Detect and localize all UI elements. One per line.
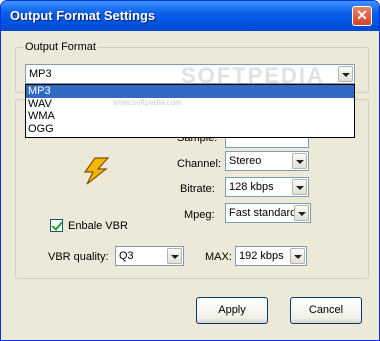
- format-option-ogg[interactable]: OGG: [26, 123, 354, 136]
- chevron-down-icon[interactable]: [338, 66, 353, 82]
- mpeg-value: Fast standard: [229, 207, 297, 219]
- cancel-button[interactable]: Cancel: [290, 297, 362, 324]
- window-title: Output Format Settings: [10, 8, 156, 23]
- max-value: 192 kbps: [239, 250, 284, 262]
- channel-select[interactable]: Stereo: [225, 151, 309, 171]
- output-format-window: Output Format Settings ✕ Output Format M…: [0, 0, 380, 341]
- format-option-wav[interactable]: WAV: [26, 98, 354, 111]
- format-option-mp3[interactable]: MP3: [26, 85, 354, 98]
- chevron-down-icon[interactable]: [290, 248, 305, 264]
- close-icon[interactable]: ✕: [352, 6, 372, 26]
- max-select[interactable]: 192 kbps: [235, 246, 307, 266]
- bolt-icon: [81, 156, 111, 186]
- mpeg-label: Mpeg:: [184, 209, 215, 221]
- apply-button[interactable]: Apply: [196, 297, 268, 324]
- chevron-down-icon[interactable]: [167, 248, 182, 264]
- chevron-down-icon[interactable]: [294, 205, 309, 221]
- chevron-down-icon[interactable]: [292, 153, 307, 169]
- bitrate-select[interactable]: 128 kbps: [225, 177, 309, 197]
- title-bar[interactable]: Output Format Settings ✕: [1, 1, 379, 31]
- vbr-label[interactable]: Enbale VBR: [68, 220, 128, 232]
- max-label: MAX:: [205, 251, 232, 263]
- vbr-quality-label: VBR quality:: [48, 251, 109, 263]
- vbr-quality-value: Q3: [119, 250, 134, 262]
- vbr-quality-select[interactable]: Q3: [115, 246, 184, 266]
- bitrate-label: Bitrate:: [180, 183, 215, 195]
- format-select-value: MP3: [29, 68, 52, 80]
- channel-value: Stereo: [229, 155, 262, 167]
- channel-label: Channel:: [177, 158, 222, 170]
- format-dropdown-list: MP3 WAV WMA OGG: [25, 84, 355, 138]
- output-format-legend: Output Format: [23, 41, 98, 53]
- format-option-wma[interactable]: WMA: [26, 110, 354, 123]
- bitrate-value: 128 kbps: [229, 181, 274, 193]
- mpeg-select[interactable]: Fast standard: [225, 203, 311, 223]
- vbr-checkbox[interactable]: [50, 219, 63, 232]
- chevron-down-icon[interactable]: [292, 179, 307, 195]
- watermark-url: www.softpedia.com: [113, 98, 182, 107]
